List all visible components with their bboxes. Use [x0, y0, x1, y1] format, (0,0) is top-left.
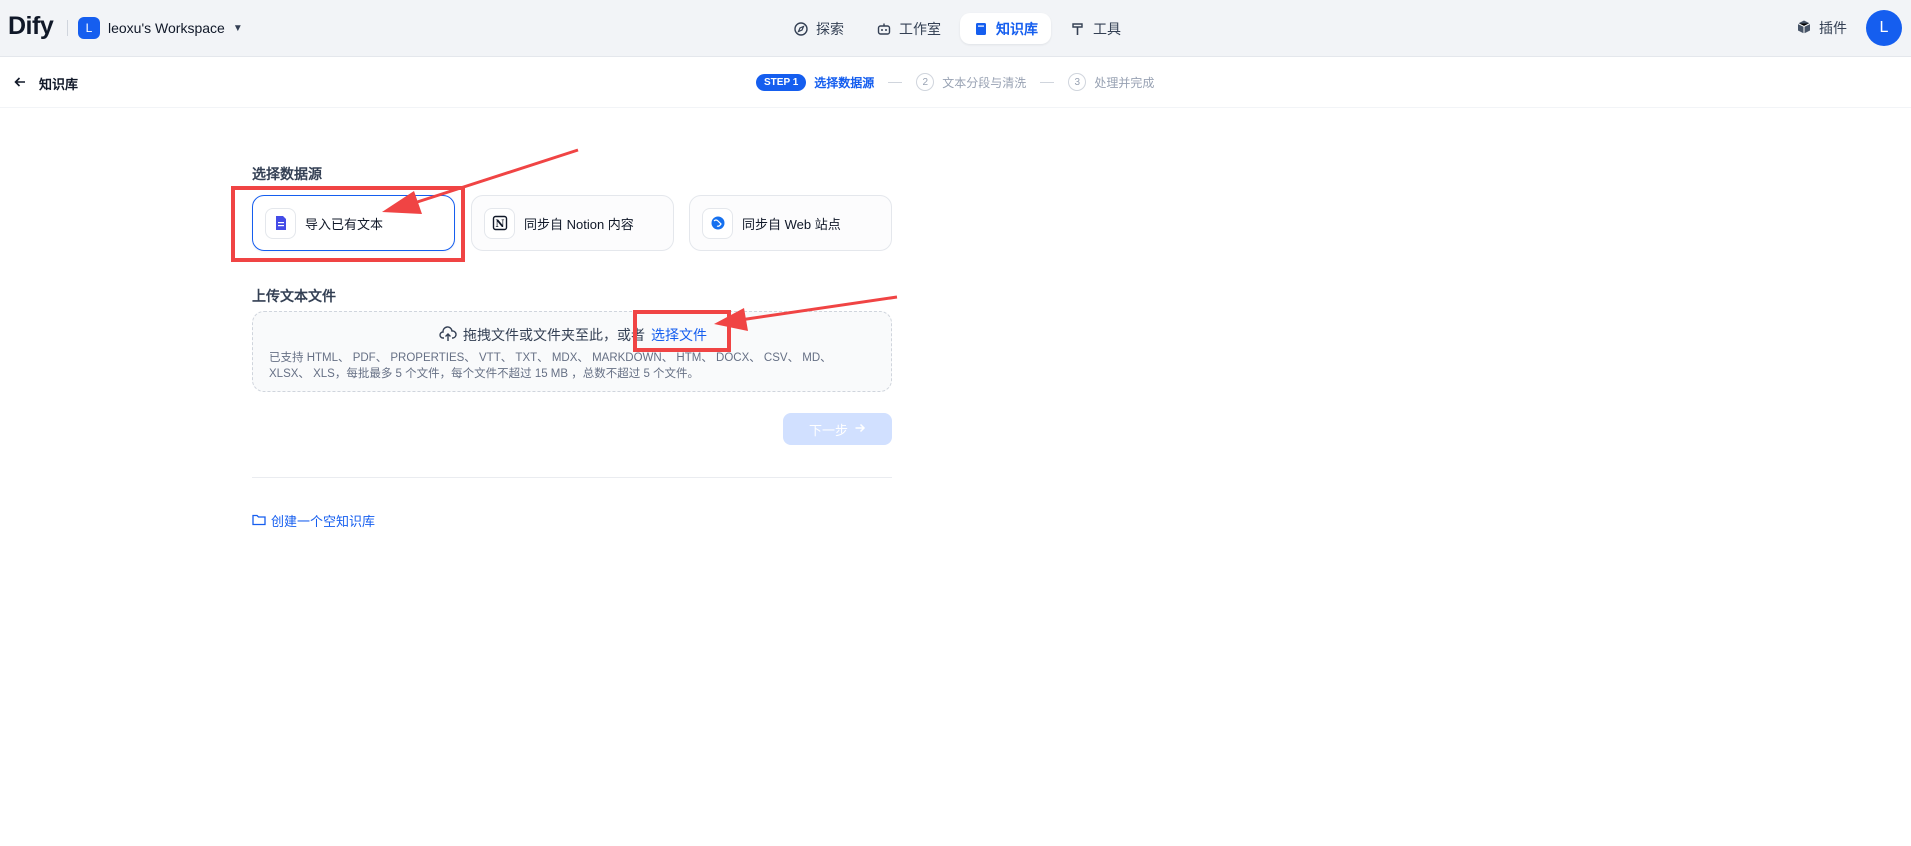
create-empty-knowledge-link[interactable]: 创建一个空知识库: [252, 511, 375, 530]
chevron-down-icon: ▼: [232, 22, 243, 34]
next-step-label: 下一步: [808, 422, 848, 438]
file-drop-zone[interactable]: 拖拽文件或文件夹至此，或者 选择文件 已支持 HTML、 PDF、 PROPER…: [252, 311, 892, 392]
folder-icon: [252, 513, 266, 529]
back-label: 知识库: [39, 77, 79, 92]
nav-item-label: 工作室: [899, 20, 941, 37]
dify-logo[interactable]: Dify: [8, 12, 54, 41]
section-divider: [252, 477, 892, 478]
source-card-label: 同步自 Notion 内容: [524, 216, 634, 232]
source-card-web[interactable]: 同步自 Web 站点: [689, 195, 892, 251]
notion-icon: N: [484, 207, 515, 239]
hammer-icon: [1070, 21, 1086, 37]
nav-item-label: 知识库: [996, 20, 1038, 37]
nav-item-tools[interactable]: 工具: [1057, 13, 1134, 44]
cloud-upload-icon: [439, 325, 457, 345]
drop-prompt-text: 拖拽文件或文件夹至此，或者: [463, 327, 645, 343]
plugins-button[interactable]: 插件: [1796, 18, 1847, 38]
top-navigation-bar: Dify L leoxu's Workspace ▼ 探索 工作室 知识库 工具…: [0, 0, 1911, 57]
datasource-title: 选择数据源: [252, 166, 322, 182]
source-card-label: 同步自 Web 站点: [742, 216, 841, 232]
supported-formats-hint: 已支持 HTML、 PDF、 PROPERTIES、 VTT、 TXT、 MDX…: [269, 352, 832, 380]
sub-header: 知识库 STEP 1 选择数据源 2 文本分段与清洗 3 处理并完成: [0, 57, 1911, 108]
globe-icon: [702, 207, 733, 239]
next-step-button[interactable]: 下一步: [783, 413, 892, 445]
nav-item-studio[interactable]: 工作室: [863, 13, 954, 44]
annotation-arrows: [382, 148, 898, 331]
upload-title: 上传文本文件: [252, 288, 336, 304]
logo-divider: [67, 20, 68, 36]
step-1-badge: STEP 1: [756, 73, 807, 91]
step-divider: [888, 81, 903, 83]
step-divider: [1040, 81, 1055, 83]
step-1-label: 选择数据源: [814, 75, 875, 90]
arrow-left-icon: [13, 75, 27, 92]
source-card-notion[interactable]: N 同步自 Notion 内容: [471, 195, 674, 251]
book-icon: [973, 21, 989, 37]
stepper: STEP 1 选择数据源 2 文本分段与清洗 3 处理并完成: [756, 73, 1154, 91]
workspace-avatar: L: [78, 17, 100, 39]
main-nav: 探索 工作室 知识库 工具: [780, 13, 1134, 44]
drop-prompt-row: 拖拽文件或文件夹至此，或者 选择文件: [253, 325, 893, 345]
nav-item-label: 工具: [1093, 20, 1121, 37]
back-button[interactable]: 知识库: [13, 74, 78, 93]
step-2-number: 2: [916, 73, 935, 91]
nav-item-label: 探索: [816, 20, 844, 37]
nav-item-knowledge[interactable]: 知识库: [960, 13, 1051, 44]
workspace-switcher[interactable]: L leoxu's Workspace ▼: [78, 15, 243, 41]
step-3-number: 3: [1068, 73, 1087, 91]
plugins-label: 插件: [1819, 20, 1847, 36]
step-2-label: 文本分段与清洗: [942, 75, 1027, 90]
robot-icon: [876, 21, 892, 37]
arrow-right-icon: [854, 422, 866, 437]
annotation-highlight-box: [231, 186, 465, 262]
create-empty-label: 创建一个空知识库: [271, 514, 376, 529]
compass-icon: [793, 21, 809, 37]
user-avatar[interactable]: L: [1866, 10, 1902, 46]
svg-text:N: N: [495, 219, 504, 230]
nav-item-explore[interactable]: 探索: [780, 13, 857, 44]
workspace-name: leoxu's Workspace: [108, 20, 225, 36]
annotation-highlight-box: [633, 310, 731, 352]
step-3-label: 处理并完成: [1094, 75, 1155, 90]
cube-icon: [1796, 19, 1812, 38]
